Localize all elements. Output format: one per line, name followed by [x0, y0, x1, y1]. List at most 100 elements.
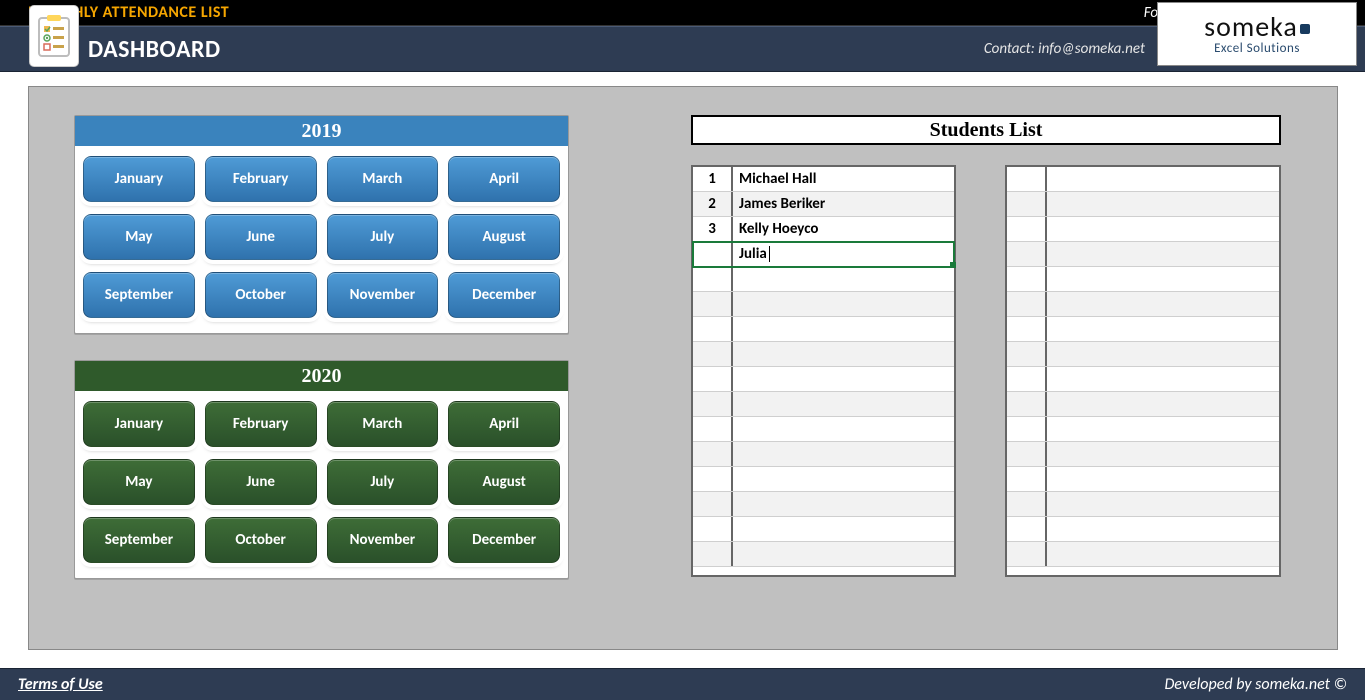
brand-logo[interactable]: someka Excel Solutions	[1157, 2, 1357, 66]
month-button-2019-february[interactable]: February	[205, 156, 317, 202]
month-button-2020-january[interactable]: January	[83, 401, 195, 447]
table-row[interactable]	[693, 492, 954, 517]
table-row[interactable]	[1007, 517, 1279, 542]
student-name-cell[interactable]	[733, 542, 954, 566]
student-name-cell[interactable]	[1047, 267, 1279, 291]
table-row[interactable]	[693, 367, 954, 392]
table-row[interactable]	[693, 267, 954, 292]
student-name-cell[interactable]	[1047, 342, 1279, 366]
student-name-cell[interactable]	[733, 267, 954, 291]
student-name-cell[interactable]	[1047, 242, 1279, 266]
table-row[interactable]	[1007, 492, 1279, 517]
student-name-cell[interactable]	[1047, 442, 1279, 466]
row-number: 2	[693, 192, 733, 216]
student-name-cell[interactable]: Michael Hall	[733, 167, 954, 191]
table-row[interactable]	[1007, 192, 1279, 217]
row-number	[1007, 542, 1047, 566]
table-row[interactable]	[693, 417, 954, 442]
student-name-cell[interactable]: James Beriker	[733, 192, 954, 216]
student-name-cell[interactable]	[1047, 392, 1279, 416]
table-row[interactable]	[1007, 442, 1279, 467]
student-name-cell[interactable]	[1047, 217, 1279, 241]
student-name-cell[interactable]	[733, 517, 954, 541]
contact-email[interactable]: info@someka.net	[1038, 40, 1145, 58]
student-name-cell[interactable]	[733, 467, 954, 491]
month-button-2019-may[interactable]: May	[83, 214, 195, 260]
student-name-cell[interactable]	[733, 367, 954, 391]
table-row[interactable]	[1007, 217, 1279, 242]
table-row[interactable]	[1007, 167, 1279, 192]
table-row[interactable]	[693, 542, 954, 567]
month-button-2019-april[interactable]: April	[448, 156, 560, 202]
month-button-2019-march[interactable]: March	[327, 156, 439, 202]
student-name-cell[interactable]	[1047, 367, 1279, 391]
month-button-2019-july[interactable]: July	[327, 214, 439, 260]
table-row[interactable]	[693, 342, 954, 367]
student-name-cell[interactable]	[733, 492, 954, 516]
month-button-2019-june[interactable]: June	[205, 214, 317, 260]
student-name-cell[interactable]	[733, 342, 954, 366]
table-row[interactable]	[693, 317, 954, 342]
terms-of-use-link[interactable]: Terms of Use	[18, 675, 103, 694]
table-row[interactable]	[1007, 317, 1279, 342]
table-row[interactable]	[1007, 467, 1279, 492]
student-name-cell[interactable]	[1047, 492, 1279, 516]
table-row[interactable]	[1007, 242, 1279, 267]
student-name-cell[interactable]	[1047, 517, 1279, 541]
table-row[interactable]: 3Kelly Hoeyco	[693, 217, 954, 242]
table-row[interactable]	[1007, 342, 1279, 367]
table-row[interactable]: 1Michael Hall	[693, 167, 954, 192]
month-button-2020-april[interactable]: April	[448, 401, 560, 447]
student-name-cell[interactable]	[733, 392, 954, 416]
logo-subtitle: Excel Solutions	[1214, 41, 1300, 56]
student-name-cell[interactable]	[1047, 542, 1279, 566]
table-row[interactable]	[1007, 267, 1279, 292]
student-name-cell[interactable]	[733, 292, 954, 316]
student-name-cell[interactable]	[1047, 317, 1279, 341]
month-button-2019-august[interactable]: August	[448, 214, 560, 260]
table-row[interactable]: 2James Beriker	[693, 192, 954, 217]
student-name-cell[interactable]	[1047, 292, 1279, 316]
month-button-2019-november[interactable]: November	[327, 272, 439, 318]
student-name-cell[interactable]: Kelly Hoeyco	[733, 217, 954, 241]
month-button-2019-december[interactable]: December	[448, 272, 560, 318]
student-name-cell[interactable]	[1047, 467, 1279, 491]
student-name-cell[interactable]	[733, 317, 954, 341]
student-name-cell[interactable]	[733, 442, 954, 466]
month-button-2020-june[interactable]: June	[205, 459, 317, 505]
table-row[interactable]	[693, 392, 954, 417]
table-row[interactable]: Julia	[693, 242, 954, 267]
logo-mark-icon	[1300, 24, 1310, 34]
month-button-2020-february[interactable]: February	[205, 401, 317, 447]
table-row[interactable]	[1007, 392, 1279, 417]
month-button-2020-august[interactable]: August	[448, 459, 560, 505]
row-number	[693, 442, 733, 466]
month-button-2020-may[interactable]: May	[83, 459, 195, 505]
month-button-2020-july[interactable]: July	[327, 459, 439, 505]
month-button-2019-september[interactable]: September	[83, 272, 195, 318]
month-button-2019-january[interactable]: January	[83, 156, 195, 202]
month-button-2020-december[interactable]: December	[448, 517, 560, 563]
student-name-cell[interactable]	[1047, 192, 1279, 216]
table-row[interactable]	[693, 292, 954, 317]
month-button-2020-march[interactable]: March	[327, 401, 439, 447]
table-row[interactable]	[693, 517, 954, 542]
month-grid-2019: January February March April May June Ju…	[75, 146, 568, 328]
table-row[interactable]	[693, 442, 954, 467]
table-row[interactable]	[1007, 367, 1279, 392]
student-name-cell[interactable]: Julia	[733, 242, 954, 266]
student-name-cell[interactable]	[1047, 167, 1279, 191]
table-row[interactable]	[1007, 292, 1279, 317]
month-button-2020-september[interactable]: September	[83, 517, 195, 563]
student-name-cell[interactable]	[1047, 417, 1279, 441]
table-row[interactable]	[1007, 542, 1279, 567]
student-name-cell[interactable]	[733, 417, 954, 441]
month-button-2020-november[interactable]: November	[327, 517, 439, 563]
row-number	[1007, 517, 1047, 541]
month-button-2020-october[interactable]: October	[205, 517, 317, 563]
table-row[interactable]	[1007, 417, 1279, 442]
row-number: 1	[693, 167, 733, 191]
month-button-2019-october[interactable]: October	[205, 272, 317, 318]
year-header-2019: 2019	[75, 116, 568, 146]
table-row[interactable]	[693, 467, 954, 492]
